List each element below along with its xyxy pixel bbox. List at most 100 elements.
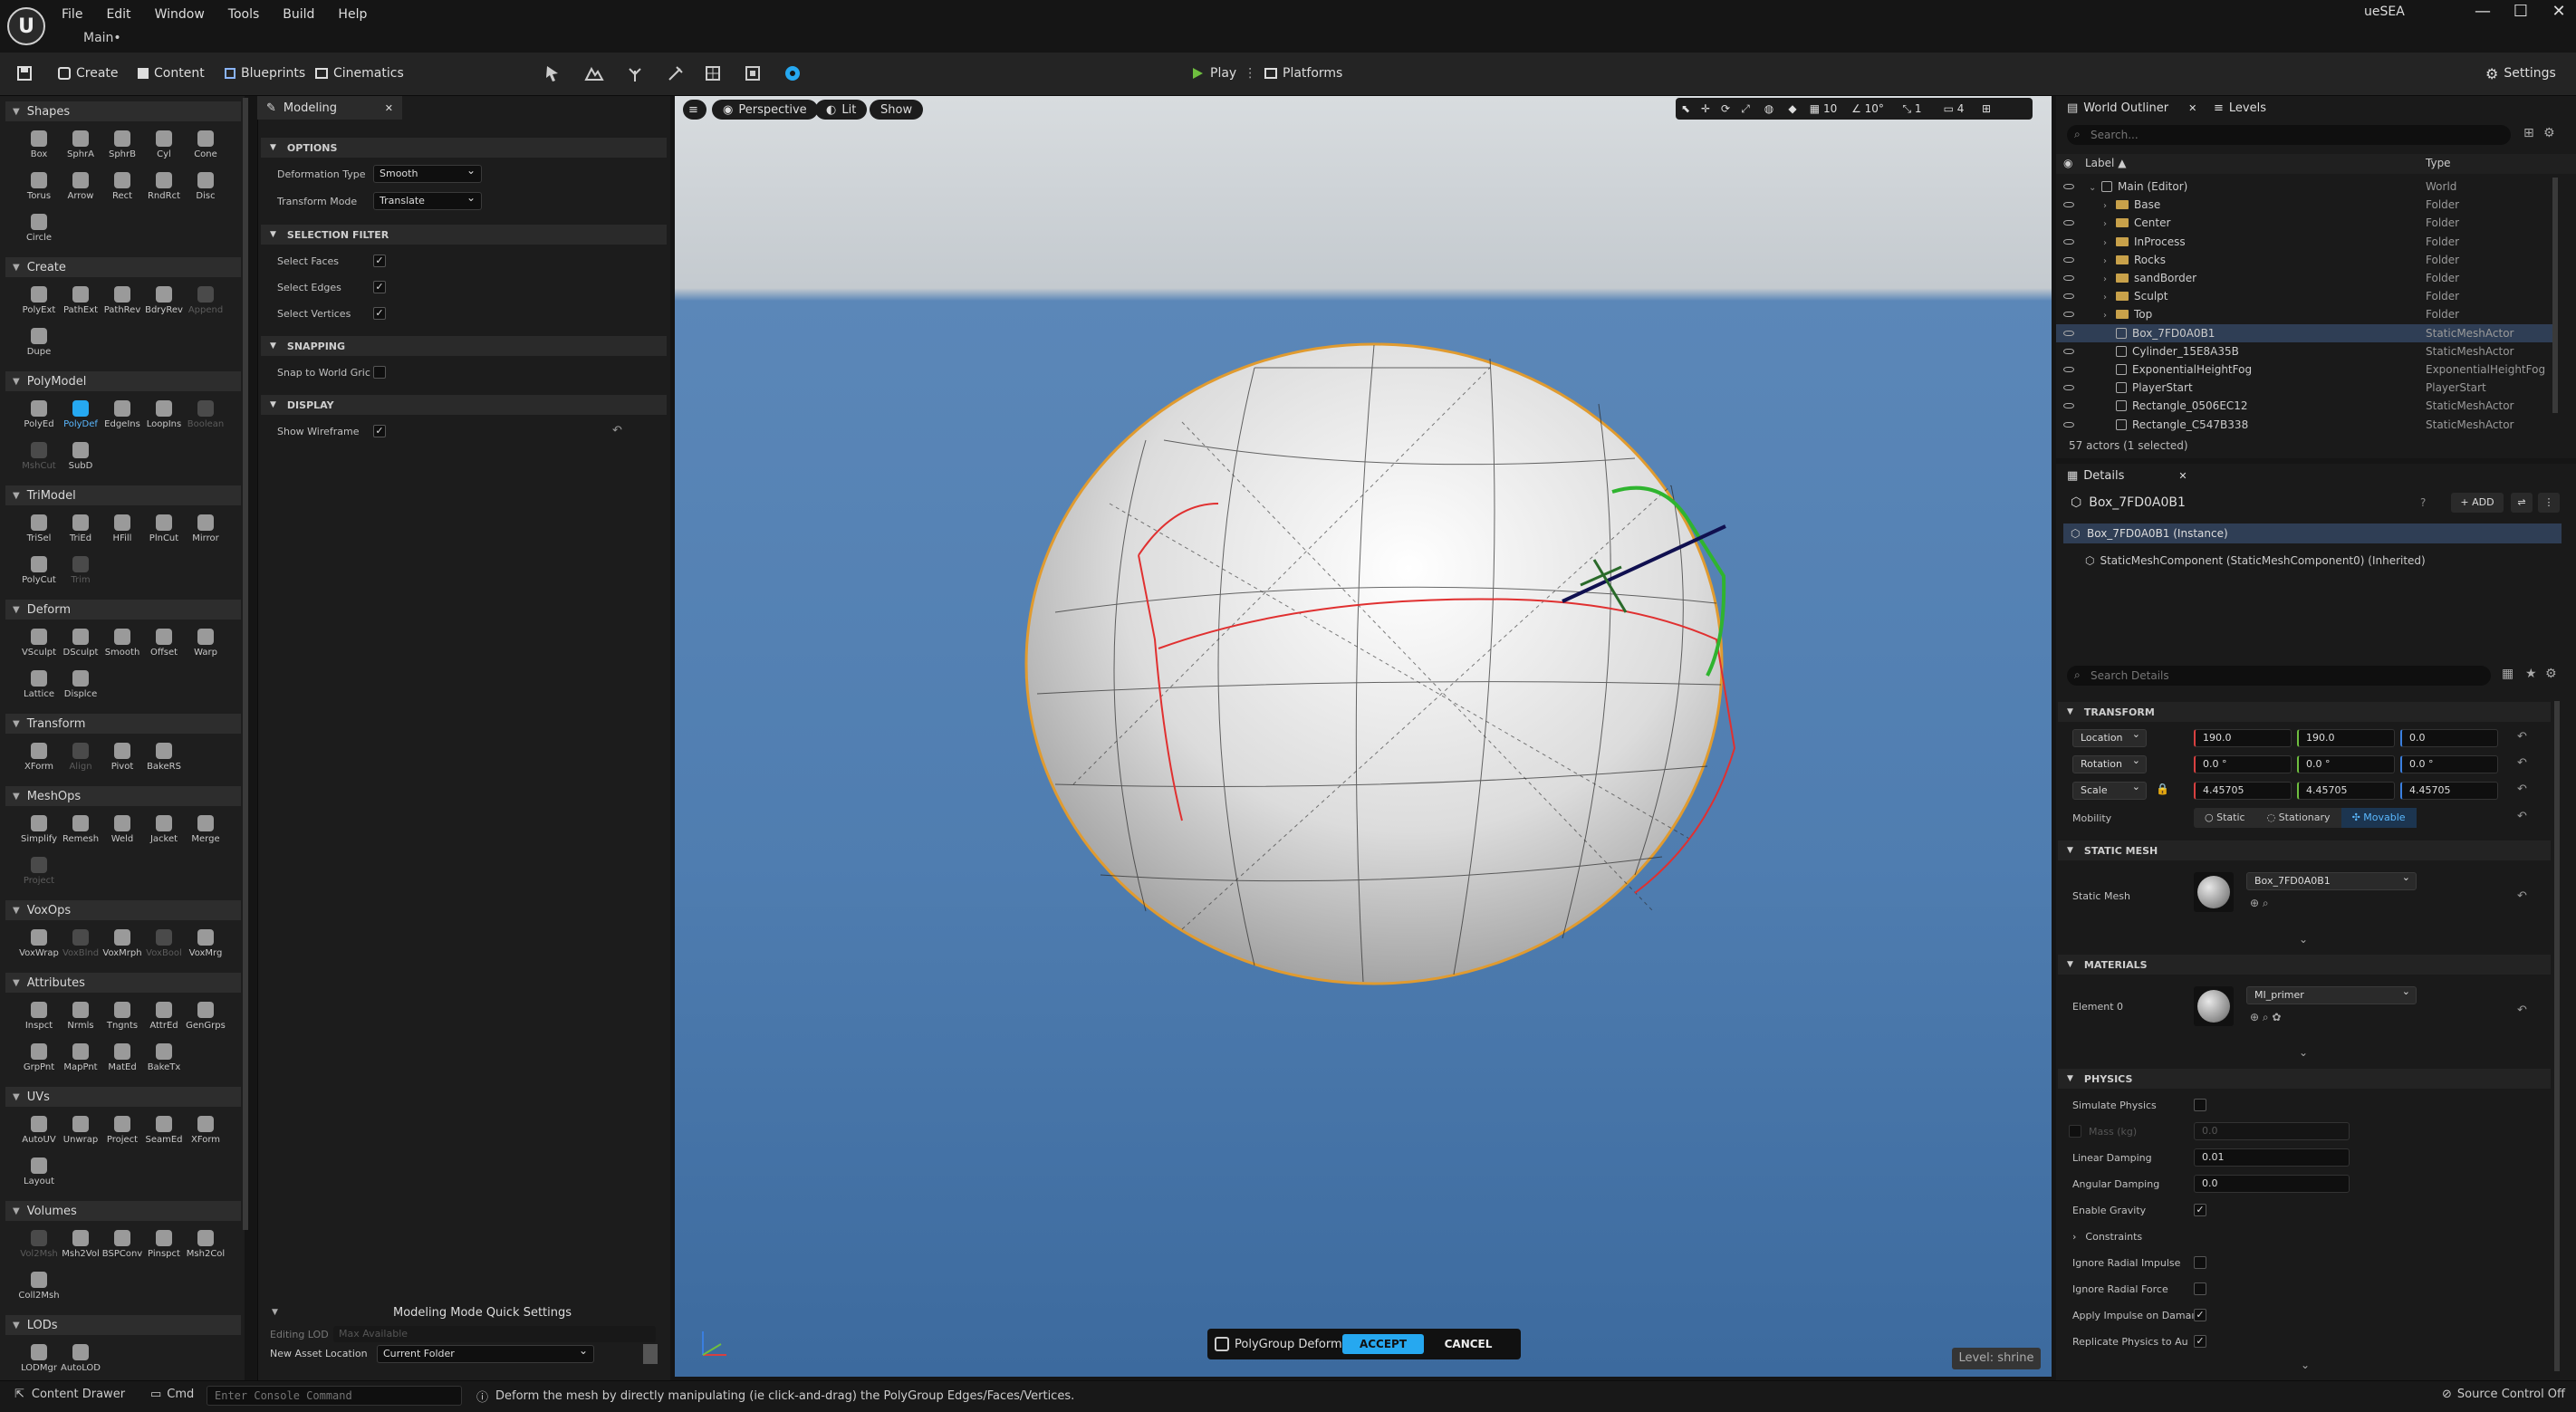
tool-button-voxmrph[interactable]: VoxMrph: [101, 926, 143, 967]
save-icon[interactable]: [16, 63, 33, 83]
mobility-stationary[interactable]: ◌ Stationary: [2256, 808, 2341, 828]
menu-build[interactable]: Build: [283, 7, 314, 22]
source-control-button[interactable]: ⊘ Source Control Off: [2442, 1388, 2565, 1401]
transform-section-header[interactable]: ▼ TRANSFORM: [2058, 702, 2551, 722]
tool-button-vsculpt[interactable]: VSculpt: [18, 625, 60, 667]
quick-settings-chevron-icon[interactable]: ▼: [272, 1308, 278, 1317]
ignore-radial-force-checkbox[interactable]: [2194, 1282, 2206, 1295]
tool-button-xform[interactable]: XForm: [18, 739, 60, 781]
static-mesh-section-header[interactable]: ▼ STATIC MESH: [2058, 840, 2551, 860]
tool-button-msh2vol[interactable]: Msh2Vol: [60, 1226, 101, 1268]
options-section-header[interactable]: ▼ OPTIONS: [261, 138, 667, 158]
tab-levels[interactable]: ≡ Levels: [2214, 96, 2266, 120]
mesh-browse-icons[interactable]: ⊕ ⌕: [2250, 897, 2269, 910]
simulate-physics-checkbox[interactable]: [2194, 1099, 2206, 1111]
add-actor-icon[interactable]: ⊞: [2523, 126, 2534, 140]
cancel-button[interactable]: CANCEL: [1437, 1334, 1500, 1354]
scale-z-field[interactable]: 4.45705: [2400, 782, 2498, 800]
tree-chevron-icon[interactable]: ›: [2103, 293, 2116, 303]
tool-button-dupe[interactable]: Dupe: [18, 324, 60, 366]
palette-scrollbar[interactable]: [243, 98, 248, 1230]
type-column-header[interactable]: Type: [2426, 157, 2451, 169]
outliner-row[interactable]: Box_7FD0A0B1 StaticMeshActor: [2056, 323, 2554, 342]
tool-button-unwrap[interactable]: Unwrap: [60, 1112, 101, 1154]
angular-damping-field[interactable]: 0.0: [2194, 1175, 2350, 1193]
visibility-eye-icon[interactable]: [2063, 367, 2074, 372]
tree-chevron-icon[interactable]: ⌄: [2089, 183, 2101, 193]
tool-button-weld[interactable]: Weld: [101, 812, 143, 853]
table-view-icon[interactable]: ▦: [2502, 667, 2514, 681]
close-tab-icon[interactable]: ✕: [385, 102, 393, 114]
rotation-y-field[interactable]: 0.0 °: [2297, 755, 2395, 773]
details-scrollbar[interactable]: [2554, 701, 2560, 1371]
map-tab[interactable]: Main•: [83, 31, 121, 45]
close-window-button[interactable]: ✕: [2540, 2, 2576, 21]
tool-button-polydef[interactable]: PolyDef: [60, 397, 101, 438]
apply-impulse-checkbox[interactable]: ✓: [2194, 1309, 2206, 1321]
tool-button-pinspct[interactable]: Pinspct: [143, 1226, 185, 1268]
rotate-tool-icon[interactable]: ⟳: [1716, 102, 1735, 115]
maximize-button[interactable]: ☐: [2502, 2, 2540, 21]
tool-button-project[interactable]: Project: [101, 1112, 143, 1154]
expand-chevron-icon[interactable]: ⌄: [2299, 1046, 2308, 1059]
tool-button-torus[interactable]: Torus: [18, 168, 60, 210]
label-column-header[interactable]: Label ▲: [2085, 157, 2126, 169]
palette-section-voxops[interactable]: ▼ VoxOps: [5, 900, 241, 920]
settings-button[interactable]: ⚙ Settings: [2485, 63, 2556, 83]
tree-chevron-icon[interactable]: ›: [2103, 256, 2116, 266]
rotation-z-field[interactable]: 0.0 °: [2400, 755, 2498, 773]
material-browse-icons[interactable]: ⊕ ⌕ ✿: [2250, 1011, 2281, 1024]
select-tool-icon[interactable]: ⬉: [1676, 102, 1696, 115]
cinematics-button[interactable]: Cinematics: [315, 63, 404, 83]
tool-button-mated[interactable]: MatEd: [101, 1040, 143, 1081]
mobility-movable[interactable]: ✣ Movable: [2341, 808, 2417, 828]
tool-button-simplify[interactable]: Simplify: [18, 812, 60, 853]
expand-chevron-icon[interactable]: ⌄: [2301, 1359, 2310, 1371]
tool-button-smooth[interactable]: Smooth: [101, 625, 143, 667]
fracture-mode-icon[interactable]: [703, 63, 723, 83]
tab-details[interactable]: ▦ Details ✕: [2067, 464, 2187, 487]
perspective-button[interactable]: ◉ Perspective: [712, 100, 818, 120]
outliner-row[interactable]: Rectangle_0506EC12 StaticMeshActor: [2056, 397, 2554, 415]
tool-button-merge[interactable]: Merge: [185, 812, 226, 853]
tool-button-polyext[interactable]: PolyExt: [18, 283, 60, 324]
constraints-row[interactable]: › Constraints: [2072, 1231, 2142, 1243]
tool-button-pivot[interactable]: Pivot: [101, 739, 143, 781]
display-section-header[interactable]: ▼ DISPLAY: [261, 395, 667, 415]
surface-snap-icon[interactable]: ◆: [1783, 102, 1802, 115]
tool-button-sphrb[interactable]: SphrB: [101, 127, 143, 168]
tool-button-bspconv[interactable]: BSPConv: [101, 1226, 143, 1268]
close-tab-icon[interactable]: ✕: [2188, 102, 2196, 114]
details-settings-icon[interactable]: ⚙: [2545, 667, 2557, 681]
camera-speed-button[interactable]: ▭ 4: [1933, 102, 1975, 115]
scale-snap-button[interactable]: ⤡ 1: [1891, 102, 1933, 116]
maximize-viewport-icon[interactable]: ⊞: [1975, 102, 1998, 115]
favorites-icon[interactable]: ★: [2525, 667, 2537, 681]
ignore-radial-impulse-checkbox[interactable]: [2194, 1256, 2206, 1269]
tab-world-outliner[interactable]: ▤ World Outliner ✕: [2067, 96, 2196, 120]
outliner-row[interactable]: PlayerStart PlayerStart: [2056, 379, 2554, 397]
add-component-button[interactable]: + ADD: [2451, 493, 2504, 513]
outliner-search-input[interactable]: [2067, 125, 2511, 145]
menu-file[interactable]: File: [62, 7, 82, 22]
expand-chevron-icon[interactable]: ⌄: [2299, 933, 2308, 946]
visibility-eye-icon[interactable]: [2063, 385, 2074, 391]
tool-button-polyed[interactable]: PolyEd: [18, 397, 60, 438]
tool-button-rect[interactable]: Rect: [101, 168, 143, 210]
location-z-field[interactable]: 0.0: [2400, 729, 2498, 747]
tool-button-mappnt[interactable]: MapPnt: [60, 1040, 101, 1081]
reset-scale-icon[interactable]: ↶: [2517, 783, 2527, 796]
palette-section-attributes[interactable]: ▼ Attributes: [5, 973, 241, 993]
tool-button-nrmls[interactable]: Nrmls: [60, 998, 101, 1040]
outliner-row[interactable]: › Sculpt Folder: [2056, 287, 2554, 305]
visibility-eye-icon[interactable]: [2063, 184, 2074, 189]
brush-edit-mode-icon[interactable]: [743, 63, 763, 83]
palette-section-transform[interactable]: ▼ Transform: [5, 714, 241, 734]
help-icon[interactable]: ?: [2420, 496, 2426, 509]
selection-filter-section-header[interactable]: ▼ SELECTION FILTER: [261, 225, 667, 245]
linear-damping-field[interactable]: 0.01: [2194, 1148, 2350, 1167]
platforms-button[interactable]: Platforms: [1264, 63, 1342, 83]
select-mode-icon[interactable]: [543, 63, 563, 83]
tool-button-tried[interactable]: TriEd: [60, 511, 101, 552]
reset-static-mesh-icon[interactable]: ↶: [2517, 889, 2527, 903]
